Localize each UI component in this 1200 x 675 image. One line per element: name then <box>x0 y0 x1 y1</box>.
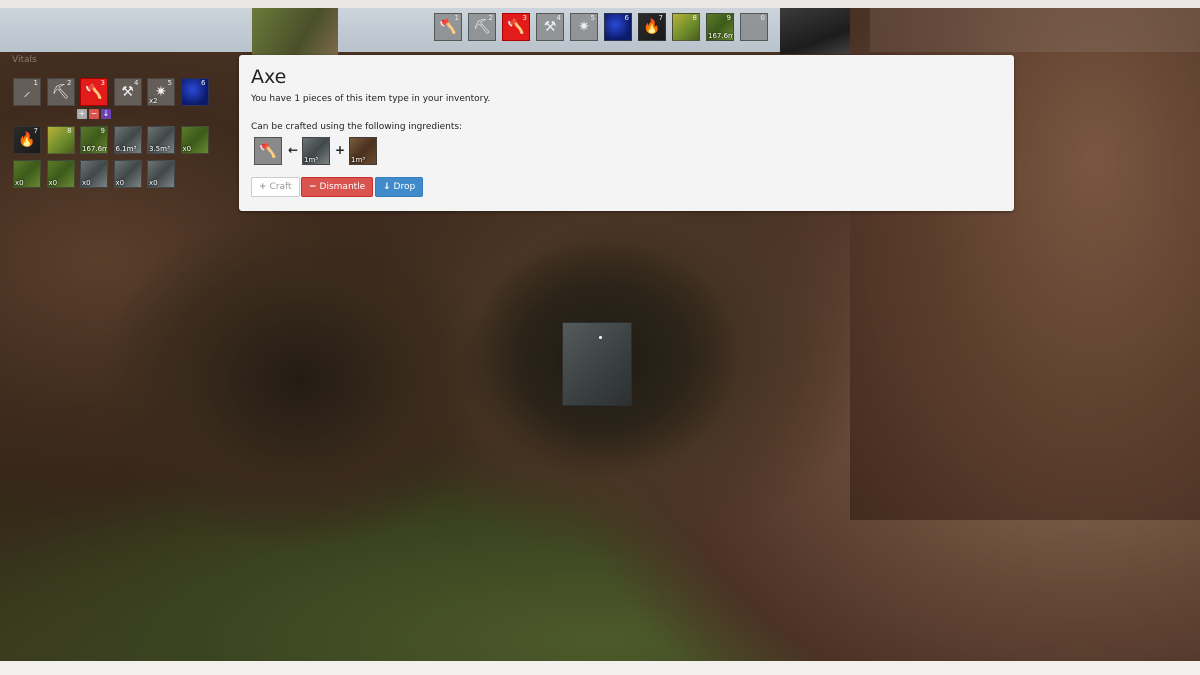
slot-number: 4 <box>134 79 139 87</box>
slot-quantity: x2 <box>149 97 158 105</box>
ingredient-qty: 1m³ <box>351 156 366 164</box>
slot-quantity: 3.5m³ <box>149 145 170 153</box>
slot-quantity: x0 <box>149 179 158 187</box>
inventory-slot[interactable]: 6 <box>180 78 209 106</box>
inventory-slot[interactable]: ⚒ 4 <box>113 78 142 106</box>
inventory-slot[interactable]: 3.5m³ <box>147 126 175 154</box>
slot-number: 9 <box>100 127 105 135</box>
craft-label: Craft <box>269 182 292 192</box>
ingredient-ore-block[interactable]: 1m³ <box>302 137 330 165</box>
drop-label: Drop <box>393 182 416 192</box>
ingredient-axe[interactable]: 🪓 <box>254 137 282 165</box>
slot-number: 3 <box>522 14 527 22</box>
inventory-slot[interactable]: 🔥 7 <box>13 126 41 154</box>
screen-frame-bottom <box>0 661 1200 675</box>
slot-number: 6 <box>201 79 206 87</box>
slot-number: 3 <box>100 79 105 87</box>
slot-quantity: x0 <box>182 145 192 153</box>
hotbar-slot-8[interactable]: 8 <box>672 13 700 41</box>
slot-number: 0 <box>760 14 765 22</box>
hotbar-slot-7[interactable]: 🔥 7 <box>638 13 666 41</box>
slot-number: 8 <box>692 14 697 22</box>
inventory-slot[interactable]: 8 <box>46 126 75 154</box>
slot-number: 5 <box>167 79 172 87</box>
slot-quantity: x0 <box>115 179 125 187</box>
dismantle-label: Dismantle <box>319 182 366 192</box>
slot-number: 7 <box>33 127 38 135</box>
inventory-slot[interactable]: 6.1m³ <box>113 126 142 154</box>
minus-icon: − <box>309 182 317 192</box>
vitals-label: Vitals <box>12 55 37 65</box>
inventory-slot[interactable]: ✷ 5 x2 <box>147 78 175 106</box>
item-count-text: You have 1 pieces of this item type in y… <box>251 94 491 104</box>
inventory-slot[interactable]: 🪓 3 <box>80 78 108 106</box>
slot-number: 1 <box>33 79 38 87</box>
inventory-slot[interactable]: x0 <box>147 160 175 188</box>
hotbar-slot-4[interactable]: ⚒ 4 <box>536 13 564 41</box>
stone-block[interactable] <box>562 322 632 406</box>
arrow-left-icon: ← <box>288 143 299 157</box>
inventory-slot[interactable]: ⸝ 1 <box>13 78 41 106</box>
slot-number: 2 <box>488 14 493 22</box>
slot-number: 8 <box>67 127 72 135</box>
plus-icon[interactable]: + <box>77 109 87 119</box>
slot-number: 4 <box>556 14 561 22</box>
crosshair-icon <box>599 336 602 339</box>
hotbar-slot-5[interactable]: ✷ 5 <box>570 13 598 41</box>
drop-button[interactable]: ↓ Drop <box>375 177 424 197</box>
dismantle-button[interactable]: − Dismantle <box>301 177 374 197</box>
axe-icon: 🪓 <box>259 143 277 159</box>
hotbar-slot-6[interactable]: 6 <box>604 13 632 41</box>
hotbar-slot-1[interactable]: 🪓 1 <box>434 13 462 41</box>
arrow-down-icon[interactable]: ↓ <box>101 109 111 119</box>
slot-number: 7 <box>658 14 663 22</box>
hotbar-slot-9[interactable]: 9 167.6m³ <box>706 13 734 41</box>
plus-icon: + <box>335 143 346 157</box>
ingredient-qty: 1m³ <box>304 156 319 164</box>
inventory-slot[interactable]: x0 <box>113 160 142 188</box>
ingredients-heading: Can be crafted using the following ingre… <box>251 122 463 132</box>
slot-number: 6 <box>624 14 629 22</box>
screen-frame-top <box>0 0 1200 8</box>
arrow-down-icon: ↓ <box>383 182 391 192</box>
item-title: Axe <box>251 66 287 88</box>
slot-number: 9 <box>726 14 731 22</box>
slot-number: 5 <box>590 14 595 22</box>
inventory-slot[interactable]: x0 <box>80 160 108 188</box>
tree-trunk <box>252 8 338 56</box>
slot-number: 2 <box>67 79 72 87</box>
hotbar-slot-10[interactable]: 0 <box>740 13 768 41</box>
craft-button[interactable]: + Craft <box>251 177 300 197</box>
inventory-slot[interactable]: 9 167.6m³ <box>80 126 108 154</box>
slot-quantity: 6.1m³ <box>115 145 137 153</box>
slot-quantity: 167.6m³ <box>708 32 733 40</box>
hotbar-slot-2[interactable]: ⛏ 2 <box>468 13 496 41</box>
inventory-slot[interactable]: ⛏ 2 <box>46 78 75 106</box>
item-details-panel: Axe You have 1 pieces of this item type … <box>239 55 1014 211</box>
slot-quantity: x0 <box>48 179 58 187</box>
plus-icon: + <box>259 182 267 192</box>
inventory-slot[interactable]: x0 <box>13 160 41 188</box>
ingredient-wood-block[interactable]: 1m³ <box>349 137 377 165</box>
inventory-slot[interactable]: x0 <box>46 160 75 188</box>
slot-number: 1 <box>454 14 459 22</box>
minus-icon[interactable]: − <box>89 109 99 119</box>
inventory-slot[interactable]: x0 <box>180 126 209 154</box>
hotbar-slot-3[interactable]: 🪓 3 <box>502 13 530 41</box>
slot-quantity: 167.6m³ <box>82 145 107 153</box>
slot-quantity: x0 <box>15 179 24 187</box>
slot-quantity: x0 <box>82 179 91 187</box>
